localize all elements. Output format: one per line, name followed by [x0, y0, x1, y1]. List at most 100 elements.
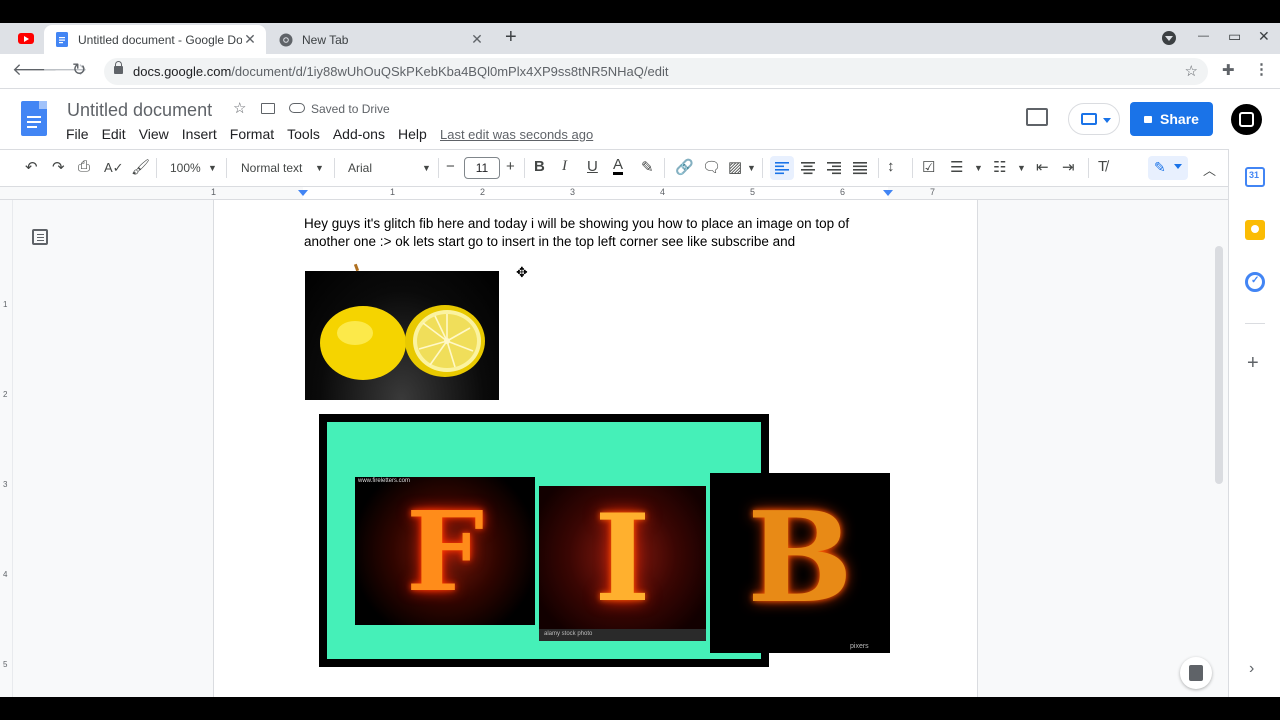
underline-button[interactable]: U [587, 158, 598, 175]
add-addon-icon[interactable]: + [1247, 352, 1259, 375]
url-input[interactable]: docs.google.com/document/d/1iy88wUhOuQSk… [104, 58, 1208, 85]
highlight-color-icon[interactable]: ✎ [641, 158, 654, 176]
docs-header: Untitled document ☆ Saved to Drive File … [0, 89, 1280, 149]
menu-tools[interactable]: Tools [287, 126, 320, 142]
align-center-button[interactable] [796, 156, 820, 185]
menu-insert[interactable]: Insert [182, 126, 217, 142]
bold-button[interactable]: B [534, 158, 545, 175]
paragraph-style-select[interactable]: Normal text [241, 161, 302, 175]
menu-addons[interactable]: Add-ons [333, 126, 385, 142]
keep-icon[interactable] [1245, 220, 1265, 240]
undo-icon[interactable]: ↶ [25, 158, 38, 176]
justify-button[interactable] [848, 156, 872, 185]
left-indent-marker[interactable] [298, 190, 308, 196]
bookmark-star-icon[interactable]: ☆ [1185, 62, 1198, 80]
ruler-number: 1 [3, 300, 8, 309]
clear-formatting-icon[interactable]: T̸ [1098, 158, 1107, 175]
collapse-menus-icon[interactable]: ︿ [1203, 160, 1216, 179]
font-select[interactable]: Arial [348, 161, 372, 175]
menu-format[interactable]: Format [230, 126, 274, 142]
move-to-folder-icon[interactable] [261, 103, 275, 114]
tasks-icon[interactable]: ✓ [1245, 272, 1265, 292]
new-tab-button[interactable]: + [505, 26, 517, 49]
tab-new-tab[interactable]: New Tab ✕ [268, 25, 493, 54]
tab-google-docs[interactable]: Untitled document - Google Docs ✕ [44, 25, 266, 54]
minimize-button[interactable]: — [1198, 30, 1209, 42]
share-button[interactable]: Share [1130, 102, 1213, 136]
chevron-down-icon[interactable]: ▼ [747, 163, 756, 173]
print-icon[interactable]: ⎙ [78, 158, 90, 175]
letter-b: B [747, 485, 853, 631]
present-button[interactable] [1068, 103, 1120, 135]
tab-close-icon[interactable]: ✕ [469, 31, 485, 48]
spellcheck-icon[interactable]: A✓ [104, 160, 124, 176]
text-color-button[interactable]: A [613, 157, 624, 175]
restore-button[interactable]: ▭ [1228, 28, 1241, 45]
checklist-icon[interactable]: ☑ [922, 158, 935, 176]
insert-image-icon[interactable]: ▨ [728, 158, 742, 176]
increase-indent-icon[interactable]: ⇥ [1062, 158, 1075, 176]
comment-history-icon[interactable] [1026, 108, 1048, 126]
document-outline-icon[interactable] [32, 229, 48, 245]
extensions-puzzle-icon[interactable]: ✚ [1222, 61, 1235, 79]
fire-letter-f-image[interactable]: www.fireletters.com F [355, 477, 535, 625]
document-title[interactable]: Untitled document [67, 100, 212, 121]
letter-i: I [594, 488, 651, 629]
menu-file[interactable]: File [66, 126, 89, 142]
lemons-image[interactable] [305, 271, 499, 400]
menu-view[interactable]: View [139, 126, 169, 142]
editing-mode-button[interactable]: ✎ [1148, 156, 1188, 180]
youtube-icon[interactable] [18, 33, 34, 44]
docs-home-icon[interactable] [21, 101, 47, 136]
horizontal-ruler: 1 1 2 3 4 5 6 7 [0, 187, 1228, 200]
redo-icon[interactable]: ↷ [52, 158, 65, 176]
chevron-down-icon[interactable]: ▼ [208, 163, 217, 173]
ruler-number: 1 [211, 187, 217, 197]
side-panel-divider [1245, 323, 1265, 324]
font-size-input[interactable]: 11 [464, 157, 500, 179]
menu-edit[interactable]: Edit [102, 126, 126, 142]
chrome-icon [278, 32, 294, 48]
fire-letter-i-image[interactable]: I alamy stock photo [539, 486, 706, 641]
reload-icon[interactable]: ↻ [72, 60, 86, 80]
window-close-button[interactable]: ✕ [1258, 28, 1270, 45]
calendar-icon[interactable]: 31 [1245, 167, 1265, 187]
chevron-down-icon[interactable]: ▼ [974, 163, 983, 173]
decrease-indent-icon[interactable]: ⇤ [1036, 158, 1049, 176]
bulleted-list-icon[interactable]: ☰ [950, 158, 963, 176]
zoom-select[interactable]: 100% [170, 161, 201, 175]
line-spacing-icon[interactable]: ↕ [887, 158, 895, 175]
paint-format-icon[interactable]: 🖌 [131, 158, 150, 176]
star-icon[interactable]: ☆ [233, 99, 246, 117]
expand-panel-icon[interactable]: › [1249, 660, 1254, 678]
vertical-scrollbar[interactable] [1215, 246, 1223, 484]
last-edit-link[interactable]: Last edit was seconds ago [440, 127, 593, 142]
chrome-menu-icon[interactable]: ⋮ [1254, 60, 1269, 78]
chevron-down-icon[interactable]: ▼ [422, 163, 431, 173]
screen: Untitled document - Google Docs ✕ New Ta… [0, 0, 1280, 720]
insert-link-icon[interactable]: 🔗 [675, 158, 694, 176]
italic-button[interactable]: I [562, 158, 567, 175]
insert-comment-icon[interactable]: 🗨 [702, 158, 721, 176]
url-text: docs.google.com/document/d/1iy88wUhOuQSk… [133, 64, 669, 79]
chevron-down-icon[interactable]: ▼ [1017, 163, 1026, 173]
chevron-down-icon[interactable]: ▼ [315, 163, 324, 173]
fire-letter-b-image[interactable]: B pixers [710, 473, 890, 653]
increase-font-size-button[interactable]: + [506, 158, 515, 175]
align-left-button[interactable] [770, 156, 794, 180]
align-right-button[interactable] [822, 156, 846, 185]
ruler-number: 4 [3, 570, 8, 579]
document-body-text[interactable]: Hey guys it's glitch fib here and today … [304, 215, 874, 251]
toolbar-divider [438, 158, 439, 178]
menu-bar: File Edit View Insert Format Tools Add-o… [66, 126, 440, 142]
explore-button[interactable] [1180, 657, 1212, 689]
account-avatar[interactable] [1231, 104, 1262, 135]
right-indent-marker[interactable] [883, 190, 893, 196]
letter-f: F [405, 486, 485, 616]
numbered-list-icon[interactable]: ☷ [993, 158, 1006, 176]
decrease-font-size-button[interactable]: − [446, 158, 455, 175]
toolbar-divider [226, 158, 227, 178]
menu-help[interactable]: Help [398, 126, 427, 142]
profile-dropdown-icon[interactable] [1162, 31, 1176, 45]
tab-close-icon[interactable]: ✕ [242, 31, 258, 48]
